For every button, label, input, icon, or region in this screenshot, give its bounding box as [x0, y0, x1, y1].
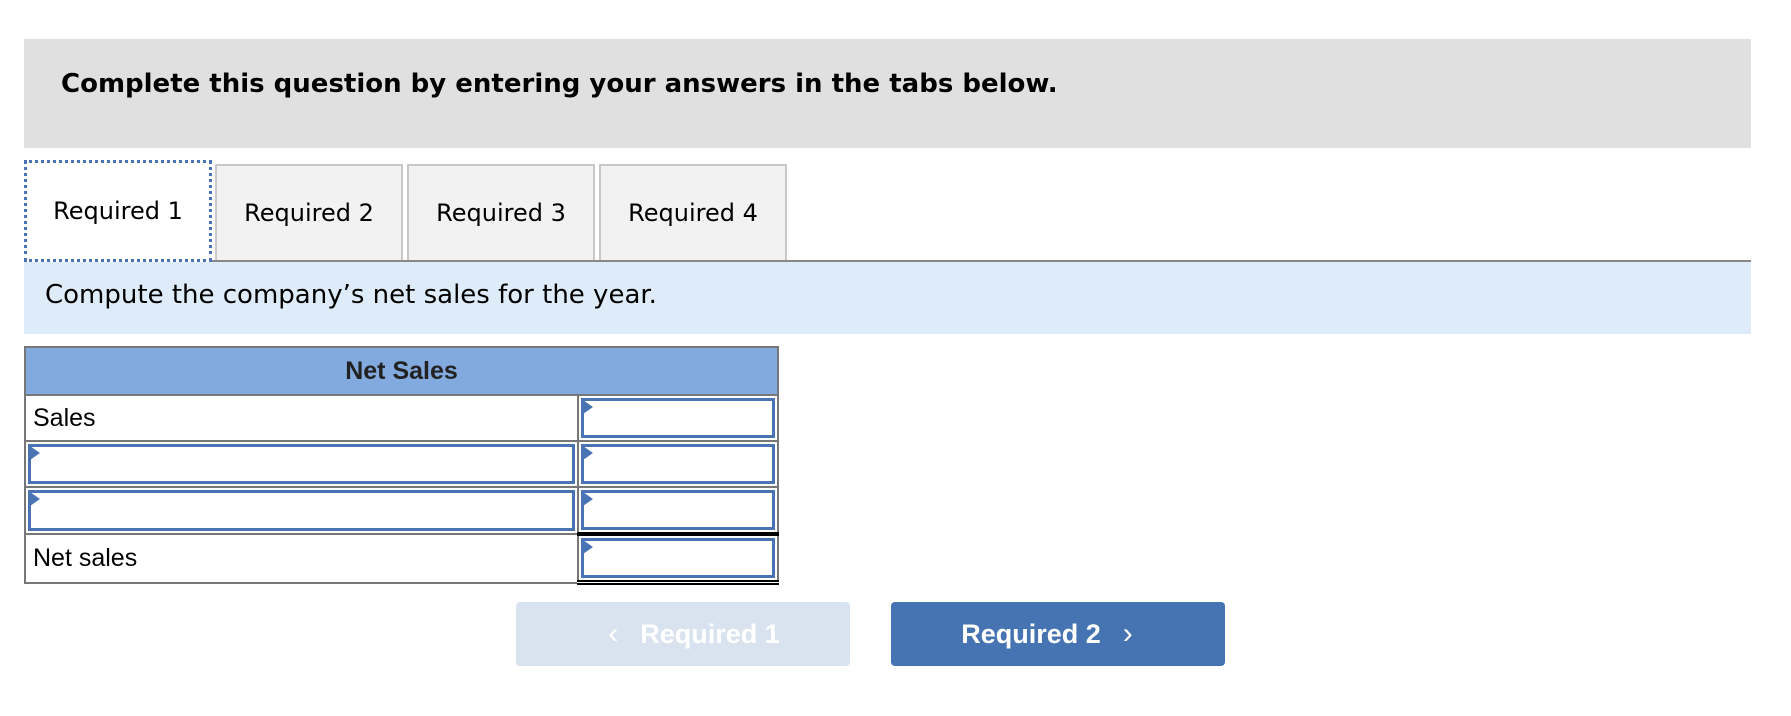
- prev-button-label: Required 1: [640, 618, 780, 649]
- instructions-text: Complete this question by entering your …: [61, 69, 1058, 99]
- chevron-left-icon: ‹: [608, 617, 619, 650]
- table-row: [24, 440, 780, 488]
- row-2-amount-cell: [576, 440, 780, 488]
- row-3-amount-cell: [576, 486, 780, 535]
- tab-required-2[interactable]: Required 2: [215, 164, 403, 260]
- table-row: Sales: [24, 394, 780, 442]
- tab-required-1[interactable]: Required 1: [24, 160, 212, 262]
- row-3-amount-input[interactable]: [580, 490, 775, 530]
- row-label-sales: Sales: [24, 394, 579, 442]
- table-title: Net Sales: [24, 346, 779, 396]
- prev-required-1-button[interactable]: ‹ Required 1: [516, 602, 850, 666]
- table-row: [24, 486, 780, 535]
- instructions-banner: Complete this question by entering your …: [24, 39, 1751, 148]
- row-3-label-dropdown[interactable]: [28, 490, 575, 531]
- tab-required-3[interactable]: Required 3: [407, 164, 595, 260]
- prompt-text: Compute the company’s net sales for the …: [45, 280, 657, 310]
- row-label-net-sales: Net sales: [24, 533, 579, 584]
- net-sales-amount-input[interactable]: [580, 538, 775, 578]
- row-3-label-cell: [24, 486, 579, 535]
- row-2-amount-input[interactable]: [580, 444, 775, 484]
- table-row: Net sales: [24, 532, 780, 585]
- row-2-label-dropdown[interactable]: [28, 444, 575, 484]
- next-required-2-button[interactable]: Required 2 ›: [891, 602, 1225, 666]
- tab-bar: Required 1 Required 2 Required 3 Require…: [24, 160, 1751, 262]
- row-2-label-cell: [24, 440, 579, 488]
- sales-amount-cell: [576, 394, 780, 442]
- next-button-label: Required 2: [961, 618, 1101, 649]
- chevron-right-icon: ›: [1122, 617, 1133, 650]
- net-sales-amount-cell: [576, 532, 780, 585]
- net-sales-table: Net Sales Sales Net sales: [24, 346, 780, 585]
- question-prompt: Compute the company’s net sales for the …: [24, 262, 1751, 334]
- sales-amount-input[interactable]: [580, 398, 775, 438]
- tab-required-4[interactable]: Required 4: [599, 164, 787, 260]
